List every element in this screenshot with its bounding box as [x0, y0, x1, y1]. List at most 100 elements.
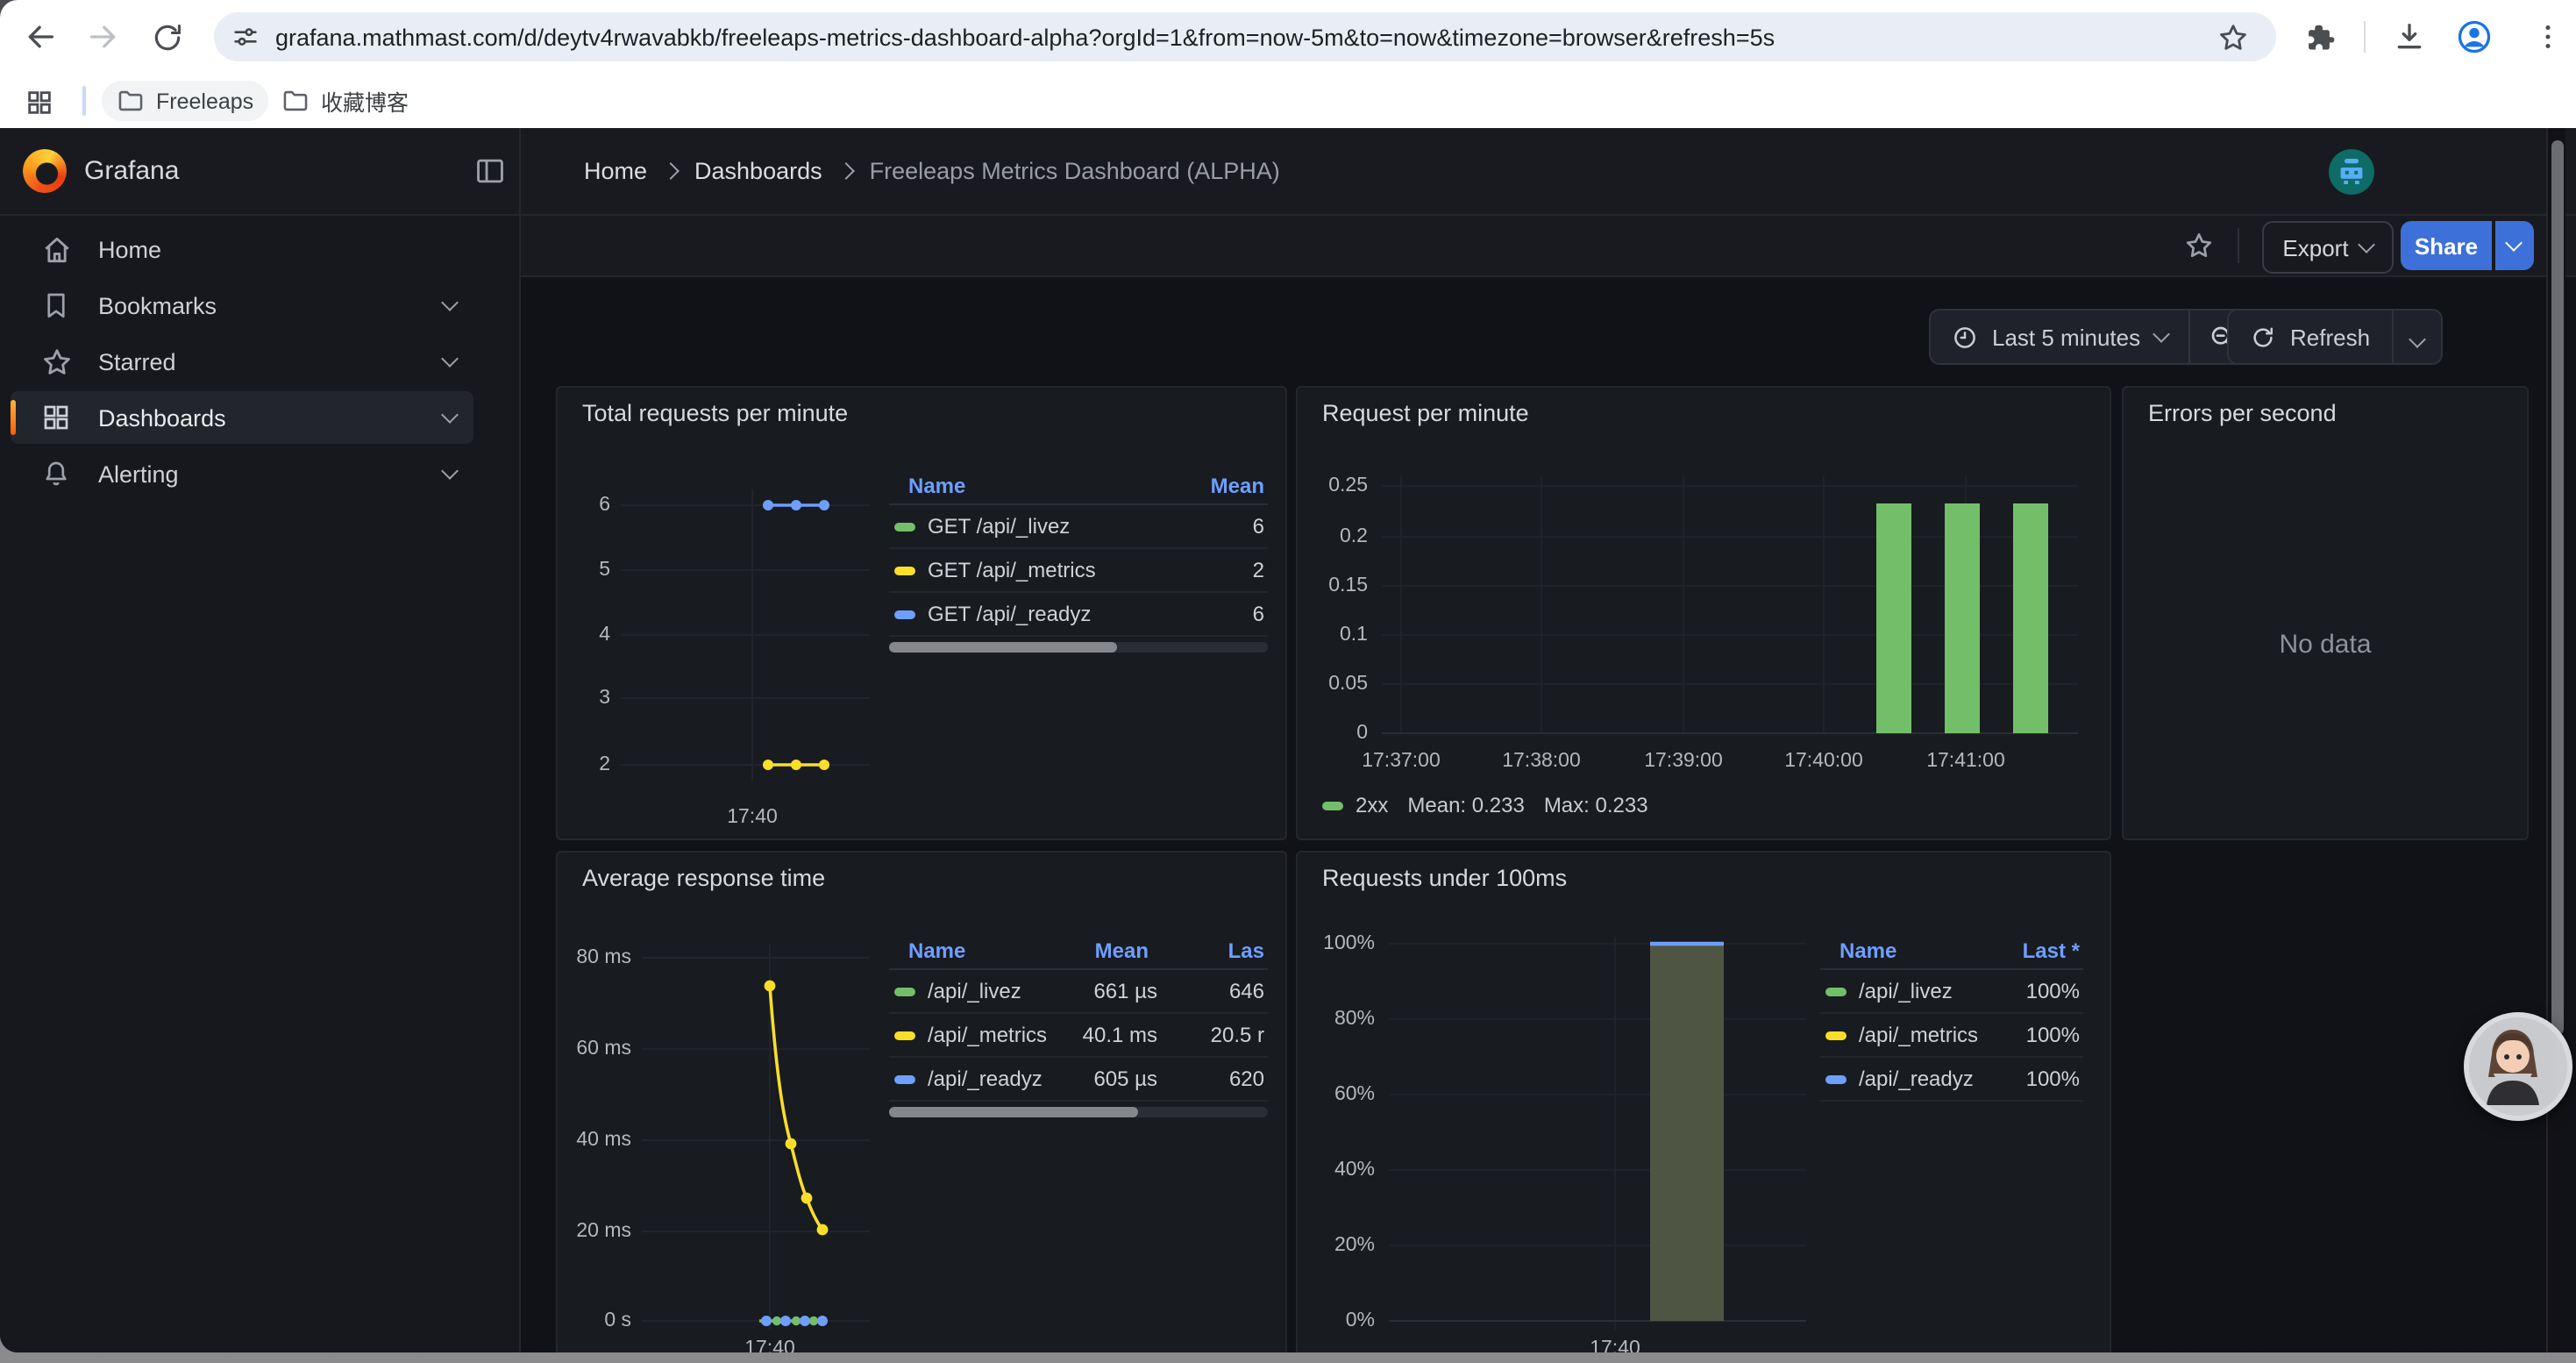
y-tick: 80%	[1301, 1009, 1375, 1030]
url-text[interactable]: grafana.mathmast.com/d/deytv4rwavabkb/fr…	[275, 24, 1775, 50]
bookmarks-divider	[82, 86, 86, 116]
legend-row[interactable]: /api/_livez 661 µs 646	[889, 970, 1268, 1014]
scrollbar-thumb[interactable]	[2551, 140, 2563, 1035]
sidebar-item-alerting[interactable]: Alerting	[11, 447, 473, 500]
series-name: /api/_metrics	[1859, 1023, 1978, 1047]
time-range-picker[interactable]: Last 5 minutes	[1931, 324, 2188, 350]
sidebar-item-home[interactable]: Home	[11, 223, 473, 275]
brand-name[interactable]: Grafana	[84, 128, 179, 214]
browser-window: grafana.mathmast.com/d/deytv4rwavabkb/fr…	[0, 0, 2576, 1352]
legend-row[interactable]: GET /api/_metrics 2	[889, 549, 1268, 593]
bookmark-folder-blogs[interactable]: 收藏博客	[267, 81, 423, 121]
legend-row[interactable]: /api/_metrics 40.1 ms 20.5 r	[889, 1014, 1268, 1058]
panel-total-requests[interactable]: Total requests per minute 6 5 4 3 2 17:4…	[556, 386, 1287, 840]
back-button[interactable]	[19, 16, 61, 58]
p5-chart[interactable]	[1298, 853, 2110, 1352]
refresh-button[interactable]: Refresh	[2229, 324, 2391, 350]
sidebar-item-bookmarks[interactable]: Bookmarks	[11, 279, 473, 332]
grafana-logo[interactable]	[23, 149, 67, 193]
extensions-icon[interactable]	[2297, 16, 2339, 58]
p2-legend[interactable]: 2xx Mean: 0.233 Max: 0.233	[1322, 793, 1648, 817]
floating-avatar[interactable]	[2464, 1012, 2572, 1121]
y-tick: 60 ms	[561, 1038, 631, 1060]
series-color-green	[1825, 987, 1847, 995]
series-name: /api/_livez	[928, 979, 1021, 1003]
y-tick: 40%	[1301, 1160, 1375, 1181]
legend-header: Name Mean Las	[889, 938, 1268, 970]
x-tick: 17:40:00	[1771, 751, 1876, 772]
profile-icon[interactable]	[2453, 16, 2495, 58]
legend-scrollbar[interactable]	[889, 642, 1268, 653]
breadcrumb-dashboards[interactable]: Dashboards	[694, 158, 822, 184]
chevron-down-icon[interactable]	[441, 462, 459, 480]
panel-request-per-minute[interactable]: Request per minute 0.25 0.2 0.15 0.1 0.0…	[1296, 386, 2111, 840]
panel-errors-per-second[interactable]: Errors per second No data	[2122, 386, 2529, 840]
series-name: /api/_readyz	[928, 1067, 1042, 1091]
series-mean: 605 µs	[1052, 1067, 1157, 1091]
legend-row[interactable]: /api/_readyz 605 µs 620	[889, 1058, 1268, 1102]
export-button[interactable]: Export	[2262, 221, 2394, 274]
legend-row[interactable]: /api/_livez 100%	[1820, 970, 2083, 1014]
sidebar-item-dashboards[interactable]: Dashboards	[11, 391, 473, 444]
legend-row[interactable]: /api/_readyz 100%	[1820, 1058, 2083, 1102]
share-menu-button[interactable]	[2494, 221, 2533, 270]
url-bar[interactable]: grafana.mathmast.com/d/deytv4rwavabkb/fr…	[214, 12, 2276, 61]
menu-kebab-icon[interactable]	[2527, 16, 2569, 58]
y-tick: 4	[565, 624, 610, 646]
y-tick: 0%	[1301, 1310, 1375, 1331]
legend-scrollbar[interactable]	[889, 1107, 1268, 1117]
col-name[interactable]: Name	[908, 938, 965, 963]
browser-toolbar: grafana.mathmast.com/d/deytv4rwavabkb/fr…	[0, 0, 2576, 74]
chevron-down-icon[interactable]	[441, 350, 459, 368]
sidebar-item-label: Alerting	[98, 460, 179, 487]
avatar-girl-illustration	[2469, 1017, 2557, 1105]
export-label: Export	[2282, 234, 2348, 260]
site-settings-icon[interactable]	[231, 23, 260, 51]
col-last[interactable]: Last *	[2023, 938, 2080, 963]
no-data-message: No data	[2124, 630, 2527, 660]
col-name[interactable]: Name	[908, 474, 965, 498]
col-last[interactable]: Las	[1228, 938, 1264, 963]
folder-icon	[281, 86, 310, 116]
series-color-green	[894, 522, 915, 531]
bookmark-icon	[39, 288, 74, 323]
downloads-icon[interactable]	[2388, 16, 2430, 58]
series-color-blue	[1825, 1074, 1847, 1083]
series-name: GET /api/_metrics	[928, 558, 1096, 582]
legend-row[interactable]: /api/_metrics 100%	[1820, 1014, 2083, 1058]
dock-menu-icon[interactable]	[473, 154, 507, 188]
forward-button[interactable]	[82, 16, 125, 58]
x-tick: 17:40	[726, 1338, 814, 1352]
sidebar: Home Bookmarks Starred Dashboards Alerti…	[0, 216, 521, 1352]
page-scrollbar[interactable]	[2546, 128, 2565, 1352]
bell-icon	[39, 456, 74, 491]
panel-avg-response-time[interactable]: Average response time 80 ms 60 ms 40 ms …	[556, 851, 1287, 1352]
series-color-blue	[894, 1074, 915, 1083]
col-name[interactable]: Name	[1839, 938, 1896, 963]
col-mean[interactable]: Mean	[1211, 474, 1264, 498]
col-mean[interactable]: Mean	[1095, 938, 1149, 963]
panel-title[interactable]: Errors per second	[2148, 400, 2337, 426]
breadcrumb-home[interactable]: Home	[584, 158, 647, 184]
apps-grid-icon[interactable]	[18, 81, 60, 123]
y-tick: 6	[565, 495, 610, 516]
bookmark-star-icon[interactable]	[2211, 16, 2253, 58]
p4-chart[interactable]	[558, 853, 1285, 1352]
legend-row[interactable]: GET /api/_livez 6	[889, 505, 1268, 549]
y-tick: 0 s	[561, 1310, 631, 1331]
series-mean: 6	[1194, 514, 1264, 539]
legend-row[interactable]: GET /api/_readyz 6	[889, 593, 1268, 637]
panel-requests-under-100ms[interactable]: Requests under 100ms 100% 80% 60% 40% 20…	[1296, 851, 2111, 1352]
home-icon	[39, 232, 74, 267]
bookmark-folder-freeleaps[interactable]: Freeleaps	[102, 81, 267, 121]
y-tick: 5	[565, 560, 610, 581]
share-button[interactable]: Share	[2401, 221, 2492, 270]
sidebar-item-starred[interactable]: Starred	[11, 335, 473, 388]
user-avatar[interactable]	[2329, 149, 2374, 195]
chevron-down-icon[interactable]	[441, 294, 459, 311]
favorite-star-icon[interactable]	[2183, 230, 2215, 261]
chevron-down-icon[interactable]	[441, 406, 459, 424]
reload-button[interactable]	[146, 16, 188, 58]
series-name: /api/_metrics	[928, 1023, 1047, 1047]
refresh-interval-button[interactable]	[2393, 324, 2440, 350]
